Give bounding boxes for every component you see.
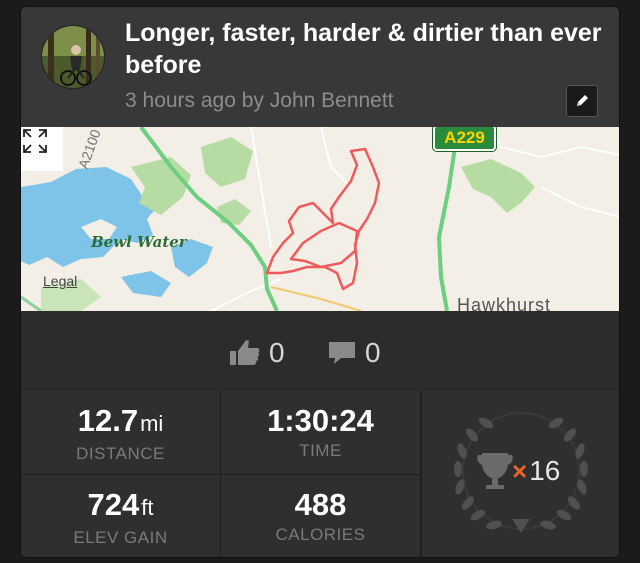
- edit-button[interactable]: [566, 85, 598, 117]
- time-label: TIME: [299, 441, 342, 460]
- distance-unit: mi: [140, 411, 164, 436]
- legal-link[interactable]: Legal: [43, 273, 77, 289]
- athlete-avatar[interactable]: [41, 25, 105, 89]
- elevation-value: 724: [87, 487, 140, 522]
- activity-header: Longer, faster, harder & dirtier than ev…: [21, 7, 619, 127]
- activity-subtitle: 3 hours ago by John Bennett: [125, 89, 394, 112]
- expand-map-button[interactable]: [21, 127, 63, 171]
- time-value: 1:30:24: [267, 403, 374, 438]
- kudos-button[interactable]: 0: [229, 337, 285, 369]
- stat-calories: 488 CALORIES: [221, 475, 420, 557]
- calories-label: CALORIES: [275, 525, 366, 544]
- road-badge-a229: A229: [433, 127, 496, 151]
- achievements-badge[interactable]: × 16: [422, 391, 619, 557]
- comment-icon: [329, 342, 355, 364]
- kudos-count: 0: [269, 337, 285, 368]
- stat-distance: 12.7mi DISTANCE: [21, 391, 220, 474]
- calories-value: 488: [294, 487, 347, 522]
- comment-count: 0: [365, 337, 381, 368]
- distance-value: 12.7: [77, 403, 139, 438]
- comments-button[interactable]: 0: [327, 337, 381, 369]
- expand-icon: [23, 129, 47, 153]
- pencil-icon: [577, 95, 588, 106]
- trophy-icon: [477, 453, 513, 489]
- multiplier-icon: ×: [512, 455, 528, 486]
- elevation-label: ELEV GAIN: [73, 528, 168, 547]
- route-map[interactable]: A2100 Bewl Water Legal A229 Hawkhurst: [21, 127, 619, 311]
- water-label: Bewl Water: [91, 233, 187, 251]
- elevation-unit: ft: [141, 495, 154, 520]
- activity-title[interactable]: Longer, faster, harder & dirtier than ev…: [125, 17, 605, 81]
- stats-grid: 12.7mi DISTANCE 1:30:24 TIME 724ft ELEV …: [21, 391, 619, 557]
- activity-card: Longer, faster, harder & dirtier than ev…: [20, 6, 620, 558]
- achievement-count: × 16: [512, 455, 560, 487]
- stat-time: 1:30:24 TIME: [221, 391, 420, 474]
- social-bar: 0 0: [21, 311, 619, 391]
- town-label: Hawkhurst: [457, 295, 552, 311]
- achievement-number: 16: [529, 455, 561, 486]
- thumbs-up-icon: [230, 340, 260, 365]
- stat-elevation: 724ft ELEV GAIN: [21, 475, 220, 557]
- distance-label: DISTANCE: [76, 444, 165, 463]
